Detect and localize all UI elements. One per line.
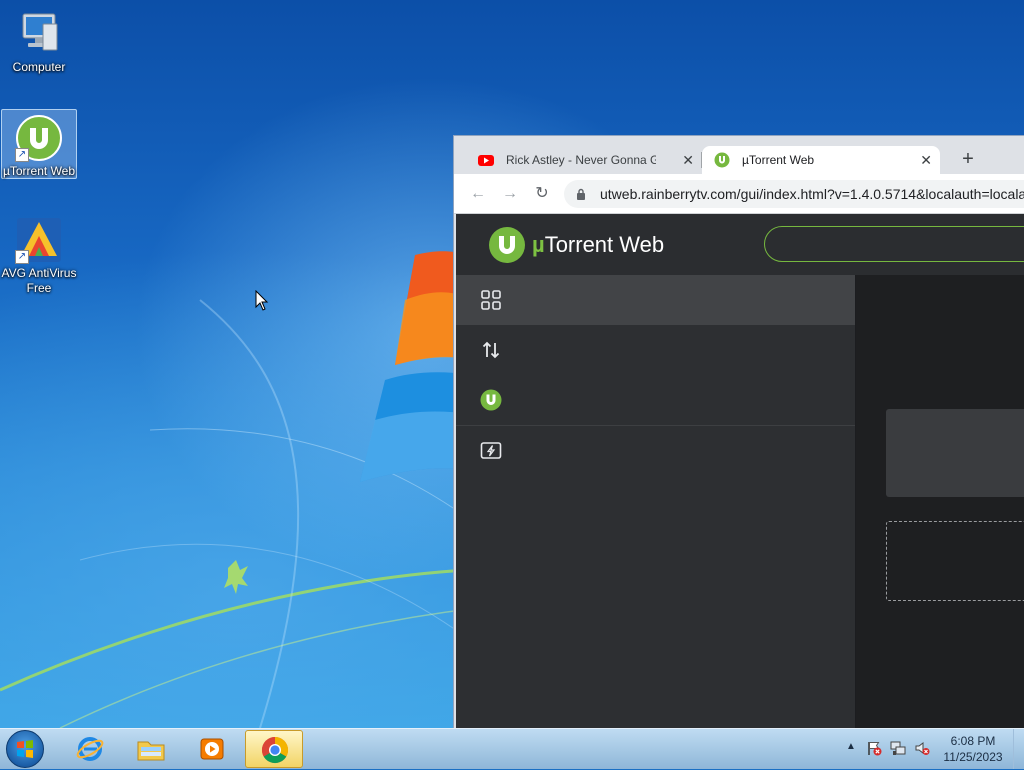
- taskbar-internet-explorer[interactable]: [61, 730, 119, 768]
- browser-toolbar: ← → ↻ utweb.rainberrytv.com/gui/index.ht…: [454, 174, 1024, 214]
- tab-close-icon[interactable]: ✕: [920, 146, 932, 174]
- tab-youtube[interactable]: Rick Astley - Never Gonna Give Y ✕: [466, 146, 702, 174]
- clock[interactable]: 6:08 PM 11/25/2023: [932, 733, 1014, 765]
- utorrent-logo-icon: [489, 227, 525, 263]
- system-tray: ▲ 6:08 PM 11/25/2023: [840, 729, 1024, 769]
- media-player-icon: [200, 738, 224, 760]
- avg-icon: ↗: [15, 216, 63, 264]
- network-icon[interactable]: [890, 740, 906, 756]
- tab-title: Rick Astley - Never Gonna Give Y: [506, 153, 656, 167]
- utorrent-web-page: µTorrent Web: [456, 214, 1024, 729]
- reload-button[interactable]: ↻: [530, 182, 554, 206]
- utorrent-search-input[interactable]: [764, 226, 1024, 262]
- clock-date: 11/25/2023: [943, 750, 1003, 764]
- mouse-cursor-icon: [255, 290, 269, 311]
- desktop-icon-label: µTorrent Web: [2, 164, 76, 178]
- chrome-window: Rick Astley - Never Gonna Give Y ✕ µTorr…: [453, 135, 1024, 729]
- internet-explorer-icon: [76, 737, 104, 761]
- file-explorer-icon: [137, 741, 165, 761]
- utorrent-brand-text: µTorrent Web: [532, 232, 664, 258]
- desktop-icon-label: Computer: [12, 60, 66, 74]
- tab-close-icon[interactable]: ✕: [682, 146, 694, 174]
- youtube-icon: [478, 155, 494, 166]
- volume-muted-icon[interactable]: [914, 740, 930, 756]
- show-desktop-button[interactable]: [1013, 729, 1024, 769]
- computer-icon: [15, 10, 63, 58]
- brand-rest: Torrent Web: [544, 232, 665, 257]
- content-card: [886, 409, 1024, 497]
- shortcut-arrow-icon: ↗: [15, 250, 29, 264]
- show-hidden-icons-button[interactable]: ▲: [846, 741, 856, 752]
- new-tab-button[interactable]: +: [954, 146, 982, 174]
- forward-button[interactable]: →: [498, 182, 522, 206]
- transfer-arrows-icon: [482, 341, 500, 359]
- tab-title: µTorrent Web: [742, 153, 815, 167]
- utorrent-header: µTorrent Web: [456, 214, 1024, 276]
- desktop-icon-avg-antivirus[interactable]: ↗ AVG AntiVirus Free: [1, 212, 77, 300]
- sidebar-item-utorrent[interactable]: [456, 375, 855, 425]
- sidebar-item-transfers[interactable]: [456, 325, 855, 375]
- action-center-flag-icon[interactable]: [866, 740, 882, 756]
- windows-logo-icon: [17, 740, 33, 758]
- tab-utorrent-web[interactable]: µTorrent Web ✕: [702, 146, 940, 174]
- taskbar-chrome[interactable]: [245, 730, 303, 768]
- utorrent-logo-icon: [480, 389, 502, 411]
- desktop-icon-label: AVG AntiVirus Free: [1, 266, 77, 295]
- utorrent-icon: ↗: [15, 114, 63, 162]
- lightning-screen-icon: [480, 442, 502, 459]
- tab-strip: Rick Astley - Never Gonna Give Y ✕ µTorr…: [454, 136, 1024, 174]
- desktop-icon-computer[interactable]: Computer: [1, 6, 77, 76]
- grid-icon: [481, 290, 501, 310]
- lock-icon: [577, 188, 585, 200]
- taskbar-file-explorer[interactable]: [122, 730, 180, 768]
- utorrent-icon: [714, 152, 730, 168]
- taskbar-media-player[interactable]: [183, 730, 241, 768]
- taskbar: ▲ 6:08 PM 11/25/2023: [0, 728, 1024, 769]
- clock-time: 6:08 PM: [950, 734, 996, 748]
- drop-zone[interactable]: [886, 521, 1024, 601]
- chrome-icon: [261, 736, 289, 764]
- sidebar-item-boost[interactable]: [456, 426, 855, 476]
- back-button[interactable]: ←: [466, 182, 490, 206]
- brand-mu: µ: [532, 232, 545, 257]
- url-text: utweb.rainberrytv.com/gui/index.html?v=1…: [600, 186, 1024, 202]
- shortcut-arrow-icon: ↗: [15, 148, 29, 162]
- start-button[interactable]: [6, 730, 44, 768]
- utorrent-sidebar: [456, 275, 856, 729]
- desktop-icon-utorrent-web[interactable]: ↗ µTorrent Web: [1, 109, 77, 179]
- utorrent-logo[interactable]: µTorrent Web: [488, 226, 664, 264]
- address-bar[interactable]: utweb.rainberrytv.com/gui/index.html?v=1…: [564, 180, 1024, 208]
- sidebar-item-torrents[interactable]: [456, 275, 855, 325]
- utorrent-main-area: [856, 275, 1024, 729]
